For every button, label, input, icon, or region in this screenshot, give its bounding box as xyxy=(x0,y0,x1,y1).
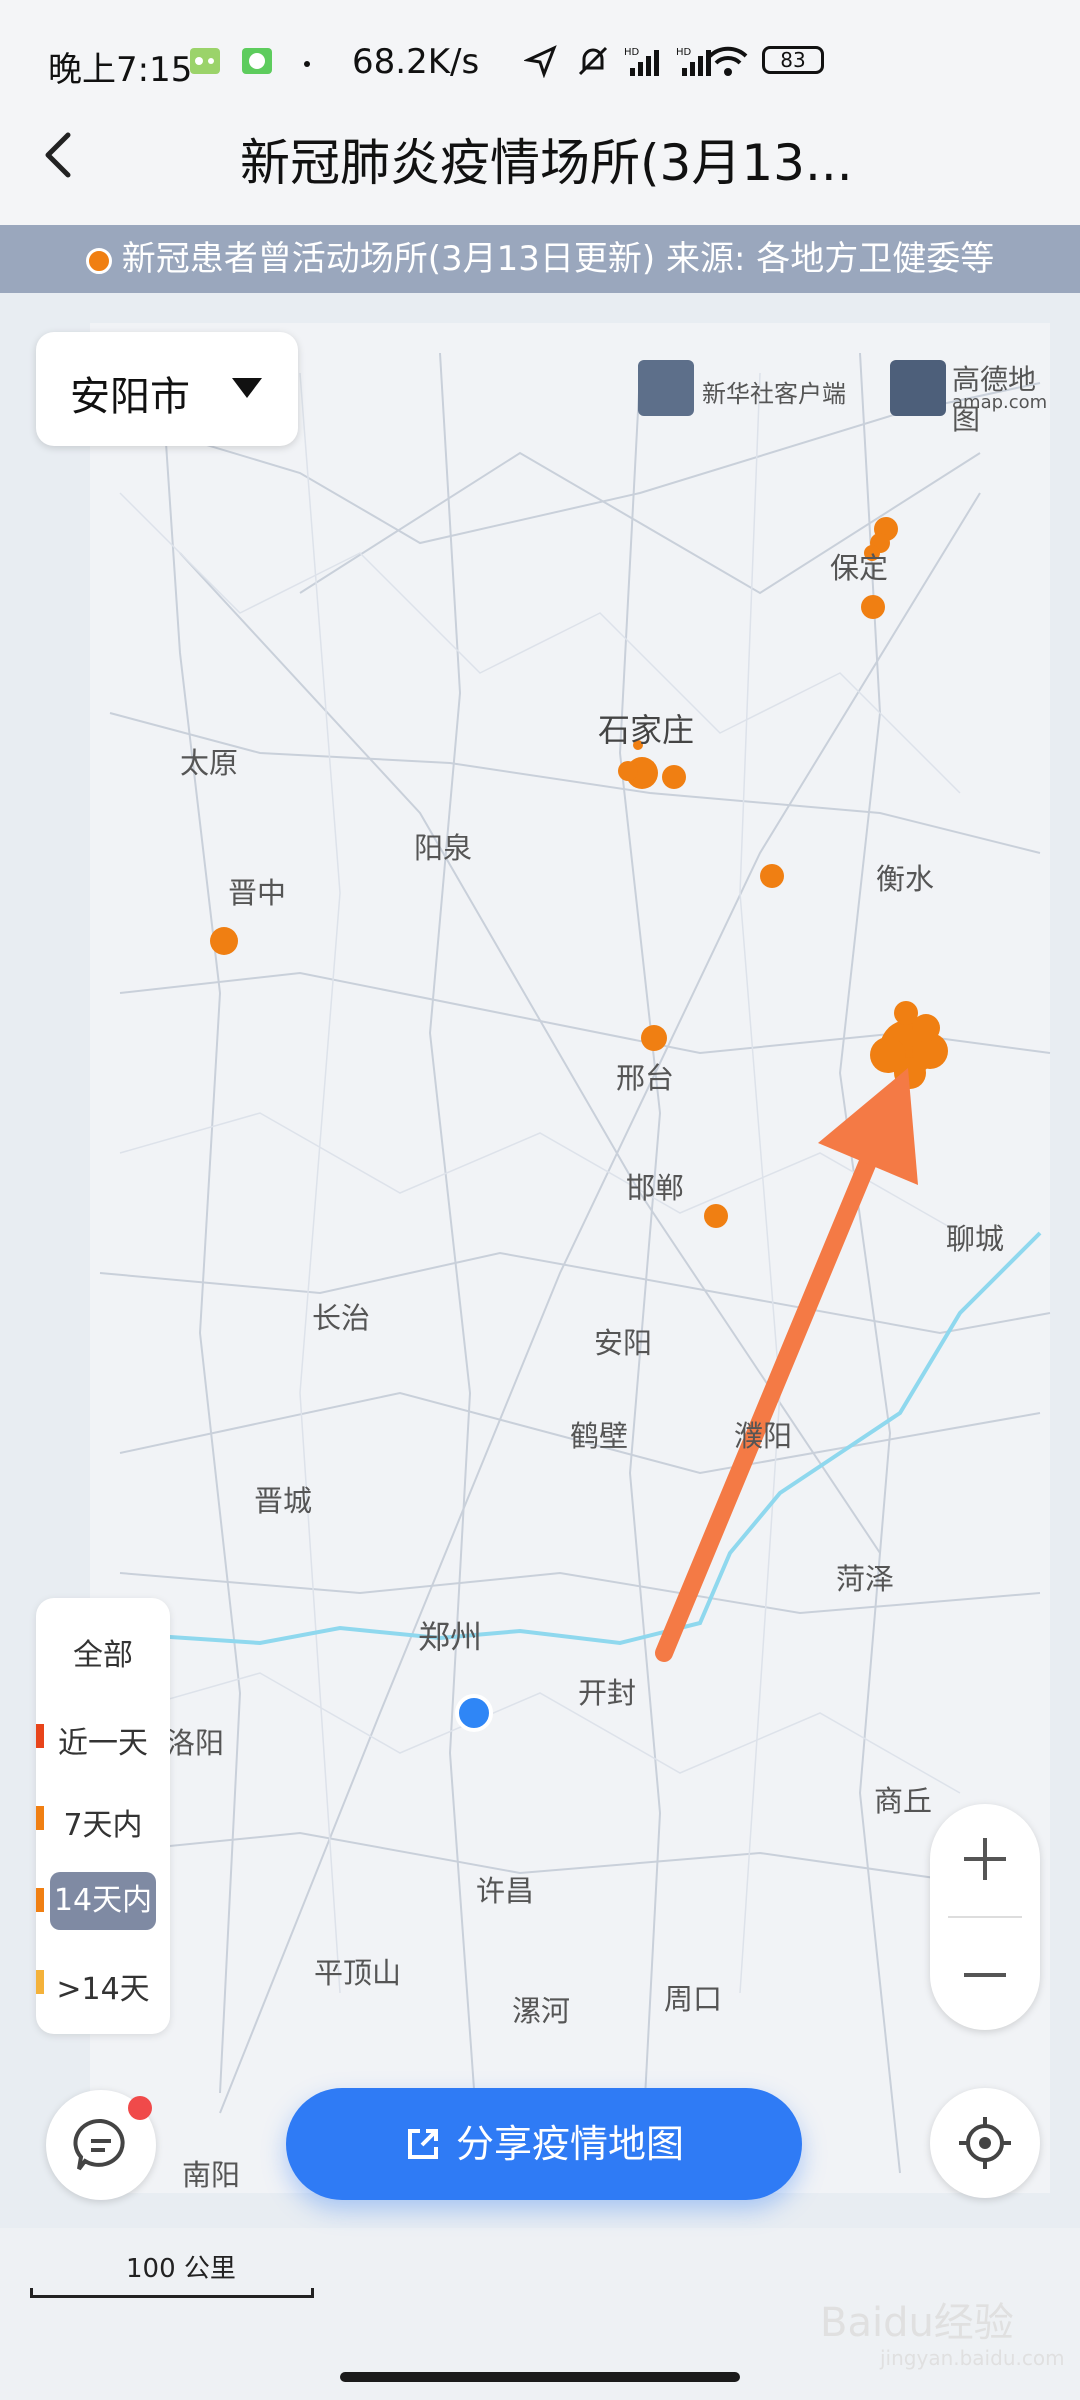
amap-logo-icon xyxy=(890,360,946,416)
game-icon xyxy=(190,48,220,74)
navigation-icon xyxy=(524,45,557,78)
back-arrow-icon[interactable] xyxy=(30,125,90,185)
map-label: 濮阳 xyxy=(734,1420,792,1453)
share-label: 分享疫情地图 xyxy=(455,2122,684,2166)
watermark: Baidu经验 xyxy=(820,2300,1014,2346)
signal-1-icon: HD xyxy=(624,47,659,76)
xinhua-label: 新华社客户端 xyxy=(702,380,846,408)
zoom-divider xyxy=(948,1916,1022,1918)
notification-badge xyxy=(128,2096,152,2120)
filter-1day[interactable]: 近一天 xyxy=(36,1718,170,1762)
chat-icon xyxy=(73,2118,125,2171)
filter-all[interactable]: 全部 xyxy=(36,1630,170,1674)
locate-button[interactable] xyxy=(930,2088,1040,2198)
app-header: 新冠肺炎疫情场所(3月13... xyxy=(0,95,1080,225)
scale-label: 100 公里 xyxy=(126,2254,236,2284)
battery-icon: 83 xyxy=(762,46,824,74)
home-indicator[interactable] xyxy=(340,2372,740,2382)
xinhua-logo-icon xyxy=(638,360,694,416)
banner-text: 新冠患者曾活动场所(3月13日更新) 来源: 各地方卫健委等 xyxy=(121,239,995,279)
map-label: 石家庄 xyxy=(598,712,694,748)
map-label: 周口 xyxy=(664,1984,722,2016)
map-label: 洛阳 xyxy=(166,1727,224,1760)
map-label: 阳泉 xyxy=(414,832,472,865)
status-time: 晚上7:15 xyxy=(48,50,193,90)
partner-logos: 新华社客户端 高德地图 amap.com xyxy=(638,356,1058,436)
legend-swatch xyxy=(36,1888,44,1912)
map-label: 平顶山 xyxy=(314,1958,401,1990)
battery-level: 83 xyxy=(780,48,806,72)
android-icon xyxy=(242,48,272,74)
dropdown-arrow-icon xyxy=(232,378,262,398)
scale-bar xyxy=(30,2288,314,2298)
map-label: 邢台 xyxy=(616,1062,674,1095)
net-speed: 68.2K/s xyxy=(352,42,480,82)
mute-bell-icon xyxy=(578,46,608,76)
map-label: 许昌 xyxy=(476,1875,534,1908)
share-map-button[interactable]: 分享疫情地图 xyxy=(286,2088,802,2200)
filter-7days[interactable]: 7天内 xyxy=(36,1800,170,1844)
city-selector-value: 安阳市 xyxy=(70,374,190,420)
amap-url: amap.com xyxy=(952,392,1048,413)
filter-14days[interactable]: 14天内 xyxy=(50,1872,156,1930)
dot-icon xyxy=(304,61,310,67)
city-selector[interactable]: 安阳市 xyxy=(36,332,298,446)
zoom-in-icon[interactable] xyxy=(960,1834,1010,1884)
map-label: 晋城 xyxy=(254,1485,312,1518)
map-label: 保定 xyxy=(830,552,888,585)
map-label: 安阳 xyxy=(594,1327,652,1360)
zoom-out-icon[interactable] xyxy=(960,1950,1010,2000)
zoom-controls xyxy=(930,1804,1040,2030)
page-title: 新冠肺炎疫情场所(3月13... xyxy=(240,134,853,192)
target-icon xyxy=(959,2117,1011,2169)
svg-text:HD: HD xyxy=(624,47,640,58)
info-banner: 新冠患者曾活动场所(3月13日更新) 来源: 各地方卫健委等 xyxy=(0,225,1080,293)
map-label: 长治 xyxy=(312,1302,370,1335)
map-label: 邯郸 xyxy=(626,1172,684,1205)
map-label: 聊城 xyxy=(946,1223,1004,1256)
svg-text:HD: HD xyxy=(676,47,692,58)
map-label: 菏泽 xyxy=(836,1563,894,1596)
map-label: 郑州 xyxy=(418,1619,482,1655)
map-label: 衡水 xyxy=(876,863,934,896)
map-label: 晋中 xyxy=(228,877,286,910)
time-filter-legend: 全部 近一天 7天内 14天内 >14天 xyxy=(36,1598,170,2034)
map-label: 漯河 xyxy=(512,1996,570,2028)
orange-dot-icon xyxy=(85,248,112,274)
map-label: 南阳 xyxy=(182,2159,240,2192)
share-icon xyxy=(407,2129,438,2159)
wifi-icon xyxy=(708,46,748,76)
map-scale: 100 公里 xyxy=(30,2248,320,2308)
user-location-icon xyxy=(455,1694,493,1732)
map-label: 太原 xyxy=(180,747,238,780)
map-label: 开封 xyxy=(578,1677,636,1710)
map-label: 商丘 xyxy=(874,1785,932,1818)
map-label: 鹤壁 xyxy=(570,1420,628,1453)
filter-over-14days[interactable]: >14天 xyxy=(36,1964,170,2008)
watermark-url: jingyan.baidu.com xyxy=(880,2346,1065,2370)
